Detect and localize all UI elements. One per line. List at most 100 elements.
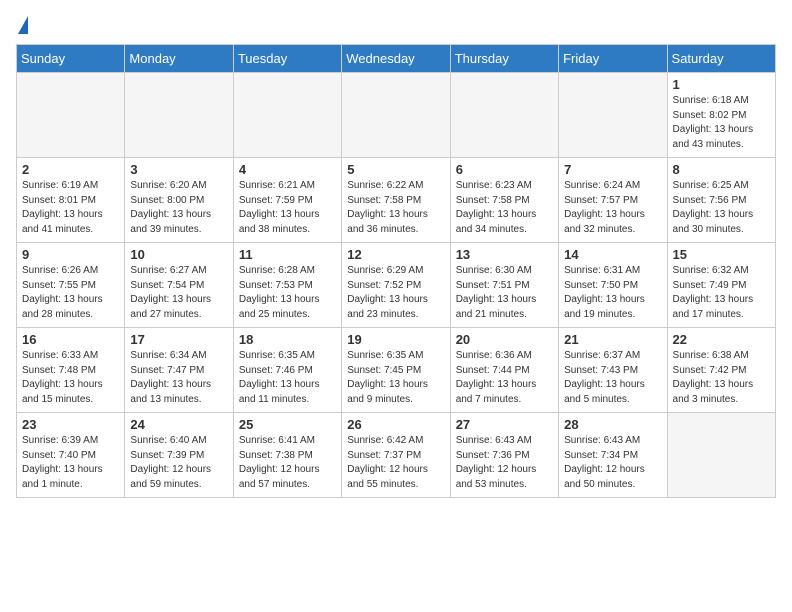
calendar-day-cell xyxy=(233,73,341,158)
day-number: 26 xyxy=(347,417,444,432)
day-number: 21 xyxy=(564,332,661,347)
calendar-day-cell xyxy=(17,73,125,158)
day-info: Sunrise: 6:26 AMSunset: 7:55 PMDaylight:… xyxy=(22,264,119,322)
day-info: Sunrise: 6:24 AMSunset: 7:57 PMDaylight:… xyxy=(564,179,661,237)
day-number: 28 xyxy=(564,417,661,432)
calendar-header-row: SundayMondayTuesdayWednesdayThursdayFrid… xyxy=(17,45,776,73)
day-number: 9 xyxy=(22,247,119,262)
weekday-header: Wednesday xyxy=(342,45,450,73)
day-number: 8 xyxy=(673,162,770,177)
day-info: Sunrise: 6:22 AMSunset: 7:58 PMDaylight:… xyxy=(347,179,444,237)
day-info: Sunrise: 6:20 AMSunset: 8:00 PMDaylight:… xyxy=(130,179,227,237)
day-number: 17 xyxy=(130,332,227,347)
calendar-day-cell xyxy=(342,73,450,158)
calendar-day-cell: 8 Sunrise: 6:25 AMSunset: 7:56 PMDaylight… xyxy=(667,158,775,243)
weekday-header: Tuesday xyxy=(233,45,341,73)
page-header xyxy=(16,16,776,36)
calendar-day-cell: 22 Sunrise: 6:38 AMSunset: 7:42 PMDayligh… xyxy=(667,328,775,413)
calendar-week-row: 9 Sunrise: 6:26 AMSunset: 7:55 PMDaylight… xyxy=(17,243,776,328)
calendar-day-cell: 12 Sunrise: 6:29 AMSunset: 7:52 PMDayligh… xyxy=(342,243,450,328)
day-info: Sunrise: 6:36 AMSunset: 7:44 PMDaylight:… xyxy=(456,349,553,407)
calendar-day-cell xyxy=(559,73,667,158)
day-number: 18 xyxy=(239,332,336,347)
weekday-header: Sunday xyxy=(17,45,125,73)
day-number: 11 xyxy=(239,247,336,262)
day-number: 14 xyxy=(564,247,661,262)
day-info: Sunrise: 6:43 AMSunset: 7:34 PMDaylight:… xyxy=(564,434,661,492)
calendar-week-row: 16 Sunrise: 6:33 AMSunset: 7:48 PMDayligh… xyxy=(17,328,776,413)
day-number: 15 xyxy=(673,247,770,262)
day-number: 13 xyxy=(456,247,553,262)
calendar-day-cell: 20 Sunrise: 6:36 AMSunset: 7:44 PMDayligh… xyxy=(450,328,558,413)
day-number: 24 xyxy=(130,417,227,432)
calendar-day-cell: 15 Sunrise: 6:32 AMSunset: 7:49 PMDayligh… xyxy=(667,243,775,328)
day-number: 2 xyxy=(22,162,119,177)
day-info: Sunrise: 6:33 AMSunset: 7:48 PMDaylight:… xyxy=(22,349,119,407)
day-info: Sunrise: 6:25 AMSunset: 7:56 PMDaylight:… xyxy=(673,179,770,237)
day-number: 4 xyxy=(239,162,336,177)
day-number: 6 xyxy=(456,162,553,177)
day-info: Sunrise: 6:34 AMSunset: 7:47 PMDaylight:… xyxy=(130,349,227,407)
calendar-day-cell: 10 Sunrise: 6:27 AMSunset: 7:54 PMDayligh… xyxy=(125,243,233,328)
day-info: Sunrise: 6:23 AMSunset: 7:58 PMDaylight:… xyxy=(456,179,553,237)
weekday-header: Saturday xyxy=(667,45,775,73)
day-number: 10 xyxy=(130,247,227,262)
day-number: 1 xyxy=(673,77,770,92)
calendar-day-cell: 27Sunrise: 6:43 AMSunset: 7:36 PMDayligh… xyxy=(450,413,558,498)
calendar-day-cell: 5Sunrise: 6:22 AMSunset: 7:58 PMDaylight… xyxy=(342,158,450,243)
day-number: 3 xyxy=(130,162,227,177)
day-info: Sunrise: 6:42 AMSunset: 7:37 PMDaylight:… xyxy=(347,434,444,492)
weekday-header: Thursday xyxy=(450,45,558,73)
day-info: Sunrise: 6:30 AMSunset: 7:51 PMDaylight:… xyxy=(456,264,553,322)
calendar-table: SundayMondayTuesdayWednesdayThursdayFrid… xyxy=(16,44,776,498)
calendar-day-cell: 18 Sunrise: 6:35 AMSunset: 7:46 PMDayligh… xyxy=(233,328,341,413)
day-info: Sunrise: 6:43 AMSunset: 7:36 PMDaylight:… xyxy=(456,434,553,492)
calendar-day-cell: 4Sunrise: 6:21 AMSunset: 7:59 PMDaylight… xyxy=(233,158,341,243)
day-number: 20 xyxy=(456,332,553,347)
calendar-week-row: 1 Sunrise: 6:18 AMSunset: 8:02 PMDaylight… xyxy=(17,73,776,158)
calendar-day-cell xyxy=(667,413,775,498)
day-info: Sunrise: 6:41 AMSunset: 7:38 PMDaylight:… xyxy=(239,434,336,492)
day-number: 23 xyxy=(22,417,119,432)
day-info: Sunrise: 6:28 AMSunset: 7:53 PMDaylight:… xyxy=(239,264,336,322)
calendar-day-cell: 3 Sunrise: 6:20 AMSunset: 8:00 PMDaylight… xyxy=(125,158,233,243)
day-number: 19 xyxy=(347,332,444,347)
calendar-week-row: 23 Sunrise: 6:39 AMSunset: 7:40 PMDayligh… xyxy=(17,413,776,498)
day-info: Sunrise: 6:19 AMSunset: 8:01 PMDaylight:… xyxy=(22,179,119,237)
logo-triangle-icon xyxy=(18,16,28,34)
calendar-day-cell: 19 Sunrise: 6:35 AMSunset: 7:45 PMDayligh… xyxy=(342,328,450,413)
weekday-header: Monday xyxy=(125,45,233,73)
calendar-day-cell: 24 Sunrise: 6:40 AMSunset: 7:39 PMDayligh… xyxy=(125,413,233,498)
weekday-header: Friday xyxy=(559,45,667,73)
day-info: Sunrise: 6:32 AMSunset: 7:49 PMDaylight:… xyxy=(673,264,770,322)
day-info: Sunrise: 6:35 AMSunset: 7:46 PMDaylight:… xyxy=(239,349,336,407)
day-info: Sunrise: 6:27 AMSunset: 7:54 PMDaylight:… xyxy=(130,264,227,322)
calendar-day-cell: 13 Sunrise: 6:30 AMSunset: 7:51 PMDayligh… xyxy=(450,243,558,328)
day-number: 16 xyxy=(22,332,119,347)
calendar-day-cell xyxy=(450,73,558,158)
calendar-day-cell: 11 Sunrise: 6:28 AMSunset: 7:53 PMDayligh… xyxy=(233,243,341,328)
day-info: Sunrise: 6:35 AMSunset: 7:45 PMDaylight:… xyxy=(347,349,444,407)
calendar-day-cell: 14Sunrise: 6:31 AMSunset: 7:50 PMDayligh… xyxy=(559,243,667,328)
calendar-week-row: 2 Sunrise: 6:19 AMSunset: 8:01 PMDaylight… xyxy=(17,158,776,243)
calendar-day-cell: 28 Sunrise: 6:43 AMSunset: 7:34 PMDayligh… xyxy=(559,413,667,498)
day-info: Sunrise: 6:18 AMSunset: 8:02 PMDaylight:… xyxy=(673,94,770,152)
calendar-day-cell xyxy=(125,73,233,158)
calendar-day-cell: 17 Sunrise: 6:34 AMSunset: 7:47 PMDayligh… xyxy=(125,328,233,413)
day-info: Sunrise: 6:29 AMSunset: 7:52 PMDaylight:… xyxy=(347,264,444,322)
calendar-day-cell: 1 Sunrise: 6:18 AMSunset: 8:02 PMDaylight… xyxy=(667,73,775,158)
day-info: Sunrise: 6:39 AMSunset: 7:40 PMDaylight:… xyxy=(22,434,119,492)
day-number: 22 xyxy=(673,332,770,347)
calendar-day-cell: 2 Sunrise: 6:19 AMSunset: 8:01 PMDaylight… xyxy=(17,158,125,243)
day-info: Sunrise: 6:40 AMSunset: 7:39 PMDaylight:… xyxy=(130,434,227,492)
calendar-day-cell: 9 Sunrise: 6:26 AMSunset: 7:55 PMDaylight… xyxy=(17,243,125,328)
day-info: Sunrise: 6:38 AMSunset: 7:42 PMDaylight:… xyxy=(673,349,770,407)
day-number: 12 xyxy=(347,247,444,262)
day-number: 7 xyxy=(564,162,661,177)
day-number: 25 xyxy=(239,417,336,432)
calendar-day-cell: 23 Sunrise: 6:39 AMSunset: 7:40 PMDayligh… xyxy=(17,413,125,498)
calendar-day-cell: 7 Sunrise: 6:24 AMSunset: 7:57 PMDaylight… xyxy=(559,158,667,243)
day-info: Sunrise: 6:37 AMSunset: 7:43 PMDaylight:… xyxy=(564,349,661,407)
calendar-day-cell: 6 Sunrise: 6:23 AMSunset: 7:58 PMDaylight… xyxy=(450,158,558,243)
logo xyxy=(16,16,28,36)
